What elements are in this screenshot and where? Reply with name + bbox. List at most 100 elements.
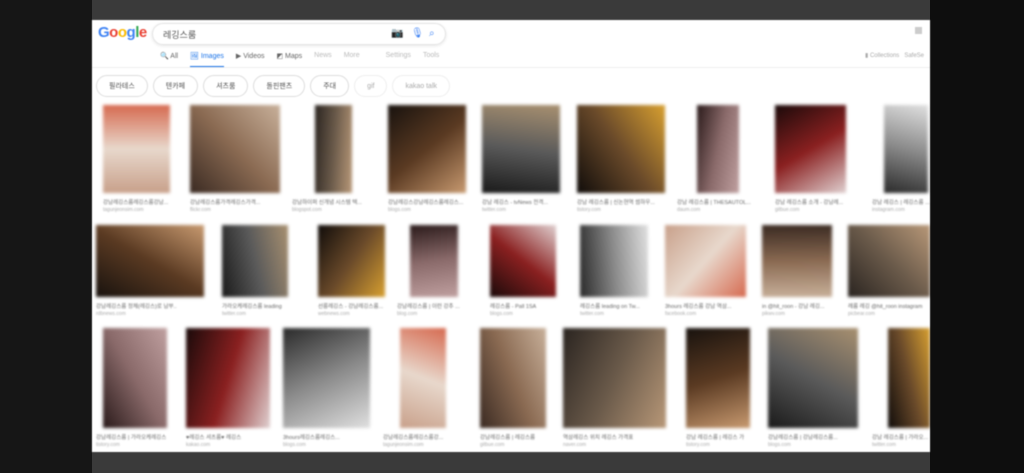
result-caption[interactable]: 레룸 레깅 @hit_roon instagram — [848, 302, 930, 310]
search-icon[interactable]: ⌕ — [429, 28, 435, 39]
image-thumbnail[interactable] — [103, 105, 170, 193]
image-thumbnail[interactable] — [190, 105, 280, 193]
result-caption[interactable]: 강남레깅스룸레깅스룸강... — [383, 433, 473, 441]
chip[interactable]: 주대 — [310, 75, 350, 97]
image-thumbnail[interactable] — [186, 328, 270, 428]
result-caption[interactable]: 레깅스룸 - Pall 1SA — [490, 302, 580, 310]
result-caption[interactable]: 강남 레깅스 - tvNews 전격... — [482, 198, 572, 206]
background-right — [930, 0, 1024, 473]
image-thumbnail[interactable] — [96, 225, 204, 297]
tab-videos[interactable]: ▶ Videos — [236, 52, 265, 68]
search-query: 레깅스룸 — [163, 30, 197, 40]
result-caption[interactable]: 강남레깅스룸 | 레깅스룸 — [480, 433, 560, 441]
image-thumbnail[interactable] — [283, 328, 370, 428]
image-thumbnail[interactable] — [480, 328, 546, 428]
chip[interactable]: 돌핀팬츠 — [253, 75, 306, 97]
result-caption[interactable]: 강남레깅스룸가격레깅스가격... — [190, 198, 295, 206]
result-source: tistory.com — [96, 442, 120, 448]
result-caption[interactable]: 3hours 레깅스룸 강남 역삼... — [665, 302, 755, 310]
result-source: blogs.com — [768, 442, 791, 448]
image-thumbnail[interactable] — [315, 105, 352, 193]
tab-more[interactable]: More — [344, 52, 360, 68]
result-source: blog.com — [397, 311, 418, 317]
result-source: flickr.com — [190, 207, 211, 213]
image-thumbnail[interactable] — [482, 105, 560, 193]
google-logo[interactable]: Google — [98, 24, 147, 41]
result-source: twitter.com — [222, 311, 246, 317]
result-caption[interactable]: 강남레깅스룸 정체(레깅스)로 남부.. — [96, 302, 211, 310]
image-thumbnail[interactable] — [762, 225, 832, 297]
result-caption[interactable]: 역삼레깅스 위치 레깅스 가격표 — [563, 433, 668, 441]
result-source: tagunjeonsim.com — [383, 442, 424, 448]
image-thumbnail[interactable] — [563, 328, 666, 428]
image-thumbnail[interactable] — [686, 328, 750, 428]
image-thumbnail[interactable] — [490, 225, 556, 297]
camera-icon[interactable]: 📷 — [391, 28, 403, 39]
result-source: tistory.com — [686, 442, 710, 448]
result-caption[interactable]: 강남하이퍼 신개념 시스템 텍... — [292, 198, 392, 206]
result-source: twitter.com — [580, 311, 604, 317]
result-caption[interactable]: 강남 레깅스룸 소개 - 강남레... — [775, 198, 875, 206]
image-thumbnail[interactable] — [768, 328, 858, 428]
result-caption[interactable]: 강남레깅스룸 | 가라오케레깅스 — [96, 433, 186, 441]
result-caption[interactable]: 레깅스룸 leading on Tw... — [580, 302, 670, 310]
tab-news[interactable]: News — [314, 52, 332, 68]
tab-images[interactable]: 🖼 Images — [190, 52, 224, 68]
result-source: blogs.com — [388, 207, 411, 213]
settings-link[interactable]: Settings — [386, 52, 411, 68]
result-caption[interactable]: in @hit_roon - 강남 레깅... — [762, 302, 847, 310]
result-caption[interactable]: 3hours레깅스룸레깅스... — [283, 433, 388, 441]
safesearch-link[interactable]: SafeSe — [904, 53, 924, 59]
result-source: pikwv.com — [762, 311, 785, 317]
image-thumbnail[interactable] — [577, 105, 665, 193]
result-caption[interactable]: 선릉레깅스 - 강남레깅스룸... — [318, 302, 408, 310]
image-thumbnail[interactable] — [665, 225, 746, 297]
image-thumbnail[interactable] — [103, 328, 167, 428]
image-thumbnail[interactable] — [410, 225, 458, 297]
image-thumbnail[interactable] — [318, 225, 385, 297]
result-source: picbear.com — [848, 311, 875, 317]
tab-label: All — [170, 53, 179, 60]
chip[interactable]: 텐카페 — [152, 75, 199, 97]
chip[interactable]: 필라테스 — [96, 75, 148, 97]
tab-label: Images — [200, 53, 224, 60]
result-source: blogs.com — [490, 311, 513, 317]
search-input[interactable]: 레깅스룸 📷 🎙 ⌕ — [152, 23, 446, 45]
result-source: blogs.com — [283, 442, 306, 448]
tools-link[interactable]: Tools — [423, 52, 439, 68]
result-source: instagram.com — [872, 207, 905, 213]
image-thumbnail[interactable] — [775, 105, 846, 193]
result-source: daum.com — [677, 207, 701, 213]
result-caption[interactable]: 강남 레깅스룸 | THESAUTOL... — [677, 198, 777, 206]
result-caption[interactable]: 강남레깅스강남레깅스룸레깅스... — [388, 198, 488, 206]
microphone-icon[interactable]: 🎙 — [411, 28, 424, 39]
background-left — [0, 0, 92, 473]
result-caption[interactable]: 가라오케레깅스룸 leading — [222, 302, 312, 310]
apps-icon[interactable] — [915, 27, 922, 34]
image-thumbnail[interactable] — [888, 328, 930, 428]
chip[interactable]: 셔츠룸 — [203, 75, 249, 97]
result-caption[interactable]: 강남 레깅스룸 | 가라오... — [872, 433, 930, 441]
image-thumbnail[interactable] — [848, 225, 930, 297]
image-thumbnail[interactable] — [400, 328, 446, 428]
search-tabs: 🔍 All 🖼 Images ▶ Videos ◩ Maps News More… — [160, 52, 439, 68]
result-caption[interactable]: 강남 레깅스룸 | 레깅스 가 — [686, 433, 766, 441]
result-caption[interactable]: 강남 레깅스 | 레깅스룸 ... — [872, 198, 930, 206]
collections-link[interactable]: ▮ Collections — [865, 53, 899, 59]
result-caption[interactable]: ♥레깅스 셔츠룸♥ 레깅스 — [186, 433, 281, 441]
image-thumbnail[interactable] — [580, 225, 648, 297]
result-caption[interactable]: 강남 레깅스룸 | 신논현역 썸하우... — [577, 198, 677, 206]
result-caption[interactable]: 강남레깅스룸 | 강남레깅스룸... — [768, 433, 878, 441]
tab-label: Videos — [243, 53, 265, 60]
result-source: twitter.com — [872, 442, 896, 448]
tab-all[interactable]: 🔍 All — [160, 52, 178, 68]
result-caption[interactable]: 강남레깅스룸 | 이런 강추 ... — [397, 302, 487, 310]
image-thumbnail[interactable] — [388, 105, 466, 193]
chip[interactable]: kakao talk — [392, 75, 451, 97]
image-thumbnail[interactable] — [884, 105, 928, 193]
image-thumbnail[interactable] — [222, 225, 288, 297]
tab-maps[interactable]: ◩ Maps — [276, 52, 302, 68]
image-thumbnail[interactable] — [697, 105, 739, 193]
result-source: kakao.com — [186, 442, 211, 448]
chip[interactable]: gif — [354, 75, 388, 97]
